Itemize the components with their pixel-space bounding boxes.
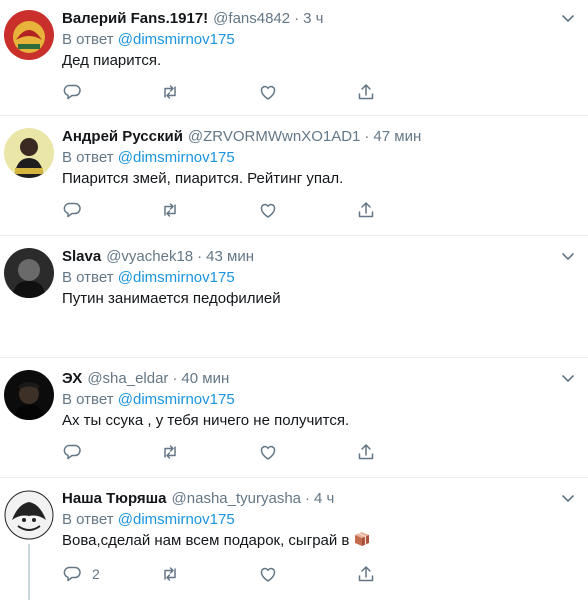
user-handle[interactable]: @nasha_tyuryasha xyxy=(172,490,301,507)
display-name[interactable]: Валерий Fans.1917! xyxy=(62,10,208,27)
reply-prefix: В ответ xyxy=(62,149,114,166)
tweet[interactable]: Андрей Русский @ZRVORMWwnXO1AD1 · 47 мин… xyxy=(0,116,588,236)
reply-context: В ответ @dimsmirnov175 xyxy=(62,147,580,168)
separator-dot: · xyxy=(364,127,370,145)
timestamp[interactable]: 3 ч xyxy=(303,10,323,27)
retweet-button[interactable] xyxy=(160,564,180,584)
reply-count: 2 xyxy=(92,566,100,582)
separator-dot: · xyxy=(305,489,311,507)
reply-icon xyxy=(63,566,81,582)
tweet-text: Путин занимается педофилией xyxy=(62,290,281,307)
retweet-button[interactable] xyxy=(160,442,180,462)
chevron-down-icon[interactable] xyxy=(560,248,576,264)
gift-emoji-icon xyxy=(353,529,371,554)
tweet-actions: 2 xyxy=(62,564,402,584)
timestamp[interactable]: 43 мин xyxy=(206,248,254,265)
retweet-button[interactable] xyxy=(160,82,180,102)
like-button[interactable] xyxy=(258,82,278,102)
reply-prefix: В ответ xyxy=(62,511,114,528)
reply-button[interactable]: 2 xyxy=(62,564,100,584)
retweet-button[interactable] xyxy=(160,200,180,220)
display-name[interactable]: Андрей Русский xyxy=(62,128,183,145)
tweet-actions xyxy=(62,442,402,462)
reply-icon xyxy=(63,444,81,460)
chevron-down-icon[interactable] xyxy=(560,10,576,26)
reply-prefix: В ответ xyxy=(62,31,114,48)
reply-context: В ответ @dimsmirnov175 xyxy=(62,509,580,530)
separator-dot: · xyxy=(197,247,203,265)
heart-icon xyxy=(260,445,276,460)
share-icon xyxy=(358,444,374,460)
share-icon xyxy=(358,84,374,100)
chevron-down-icon[interactable] xyxy=(560,490,576,506)
tweet[interactable]: Slava @vyachek18 · 43 мин В ответ @dimsm… xyxy=(0,236,588,358)
tweet-text: Вова,сделай нам всем подарок, сыграй в xyxy=(62,532,350,549)
retweet-icon xyxy=(164,85,176,99)
reply-prefix: В ответ xyxy=(62,391,114,408)
avatar[interactable] xyxy=(4,128,54,178)
share-icon xyxy=(358,566,374,582)
like-button[interactable] xyxy=(258,442,278,462)
retweet-icon xyxy=(164,445,176,459)
avatar[interactable] xyxy=(4,490,54,540)
user-handle[interactable]: @sha_eldar xyxy=(87,370,168,387)
retweet-icon xyxy=(164,203,176,217)
separator-dot: · xyxy=(172,369,178,387)
tweet-text: Дед пиарится. xyxy=(62,52,162,69)
user-handle[interactable]: @fans4842 xyxy=(213,10,290,27)
mention-link[interactable]: @dimsmirnov175 xyxy=(118,269,235,286)
display-name[interactable]: Наша Тюряша xyxy=(62,490,167,507)
avatar[interactable] xyxy=(4,10,54,60)
share-button[interactable] xyxy=(356,82,376,102)
mention-link[interactable]: @dimsmirnov175 xyxy=(118,391,235,408)
tweet-actions xyxy=(62,82,402,102)
heart-icon xyxy=(260,85,276,100)
heart-icon xyxy=(260,203,276,218)
tweet[interactable]: Валерий Fans.1917! @fans4842 · 3 ч В отв… xyxy=(0,0,588,116)
user-handle[interactable]: @vyachek18 xyxy=(106,248,193,265)
share-button[interactable] xyxy=(356,564,376,584)
tweet[interactable]: Наша Тюряша @nasha_tyuryasha · 4 ч В отв… xyxy=(0,478,588,600)
share-button[interactable] xyxy=(356,442,376,462)
retweet-icon xyxy=(164,567,176,581)
mention-link[interactable]: @dimsmirnov175 xyxy=(118,31,235,48)
tweet-text: Пиарится змей, пиарится. Рейтинг упал. xyxy=(62,170,344,187)
share-button[interactable] xyxy=(356,200,376,220)
heart-icon xyxy=(260,567,276,582)
reply-icon xyxy=(63,84,81,100)
reply-prefix: В ответ xyxy=(62,269,114,286)
timestamp[interactable]: 4 ч xyxy=(314,490,334,507)
avatar[interactable] xyxy=(4,248,54,298)
user-handle[interactable]: @ZRVORMWwnXO1AD1 xyxy=(188,128,360,145)
tweet[interactable]: ЭХ @sha_eldar · 40 мин В ответ @dimsmirn… xyxy=(0,358,588,478)
separator-dot: · xyxy=(294,9,300,27)
like-button[interactable] xyxy=(258,564,278,584)
mention-link[interactable]: @dimsmirnov175 xyxy=(118,511,235,528)
tweet-text: Ах ты ссука , у тебя ничего не получится… xyxy=(62,412,350,429)
reply-context: В ответ @dimsmirnov175 xyxy=(62,29,580,50)
tweet-actions xyxy=(62,200,402,220)
display-name[interactable]: ЭХ xyxy=(62,370,82,387)
tweet-feed: Валерий Fans.1917! @fans4842 · 3 ч В отв… xyxy=(0,0,588,600)
timestamp[interactable]: 40 мин xyxy=(181,370,229,387)
avatar[interactable] xyxy=(4,370,54,420)
reply-button[interactable] xyxy=(62,200,92,220)
mention-link[interactable]: @dimsmirnov175 xyxy=(118,149,235,166)
timestamp[interactable]: 47 мин xyxy=(373,128,421,145)
tweet-text-row: Вова,сделай нам всем подарок, сыграй в xyxy=(62,530,580,552)
share-icon xyxy=(358,202,374,218)
reply-context: В ответ @dimsmirnov175 xyxy=(62,267,580,288)
like-button[interactable] xyxy=(258,200,278,220)
reply-icon xyxy=(63,202,81,218)
thread-line xyxy=(28,544,30,600)
reply-button[interactable] xyxy=(62,442,92,462)
chevron-down-icon[interactable] xyxy=(560,370,576,386)
display-name[interactable]: Slava xyxy=(62,248,101,265)
reply-button[interactable] xyxy=(62,82,92,102)
reply-context: В ответ @dimsmirnov175 xyxy=(62,389,580,410)
